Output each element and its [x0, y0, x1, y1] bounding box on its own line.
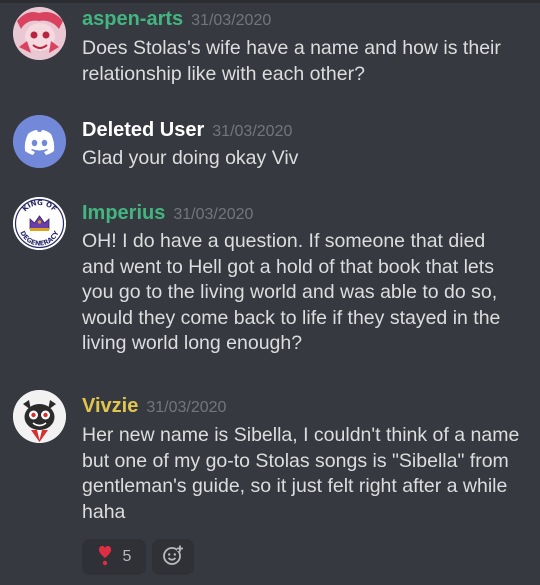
top-divider [0, 0, 540, 3]
message-text: Glad your doing okay Viv [82, 147, 299, 169]
discord-logo-icon [13, 115, 66, 168]
timestamp: 31/03/2020 [173, 206, 254, 223]
avatar[interactable] [13, 7, 66, 60]
timestamp: 31/03/2020 [212, 123, 293, 140]
avatar[interactable] [13, 390, 66, 443]
pink-character-avatar-icon [13, 7, 66, 60]
message-text: OH! I do have a question. If someone tha… [82, 230, 501, 354]
avatar[interactable] [13, 115, 66, 168]
message-text: Does Stolas's wife have a name and how i… [82, 37, 501, 85]
timestamp: 31/03/2020 [146, 399, 227, 416]
avatar[interactable]: KING OF DEGENERACY [13, 197, 66, 250]
username[interactable]: aspen-arts [82, 8, 183, 30]
reaction-heart[interactable]: 5 [82, 539, 146, 575]
king-of-degeneracy-badge-icon: KING OF DEGENERACY [13, 197, 66, 250]
add-reaction-button[interactable] [152, 539, 194, 575]
cartoon-character-avatar-icon [13, 390, 66, 443]
heart-exclamation-icon [97, 544, 113, 571]
reaction-count: 5 [122, 548, 132, 565]
username[interactable]: Deleted User [82, 119, 204, 141]
username[interactable]: Imperius [82, 202, 165, 224]
message-text: Her new name is Sibella, I couldn't thin… [82, 424, 520, 523]
add-reaction-icon [162, 544, 184, 571]
username[interactable]: Vivzie [82, 395, 138, 417]
timestamp: 31/03/2020 [191, 12, 272, 29]
